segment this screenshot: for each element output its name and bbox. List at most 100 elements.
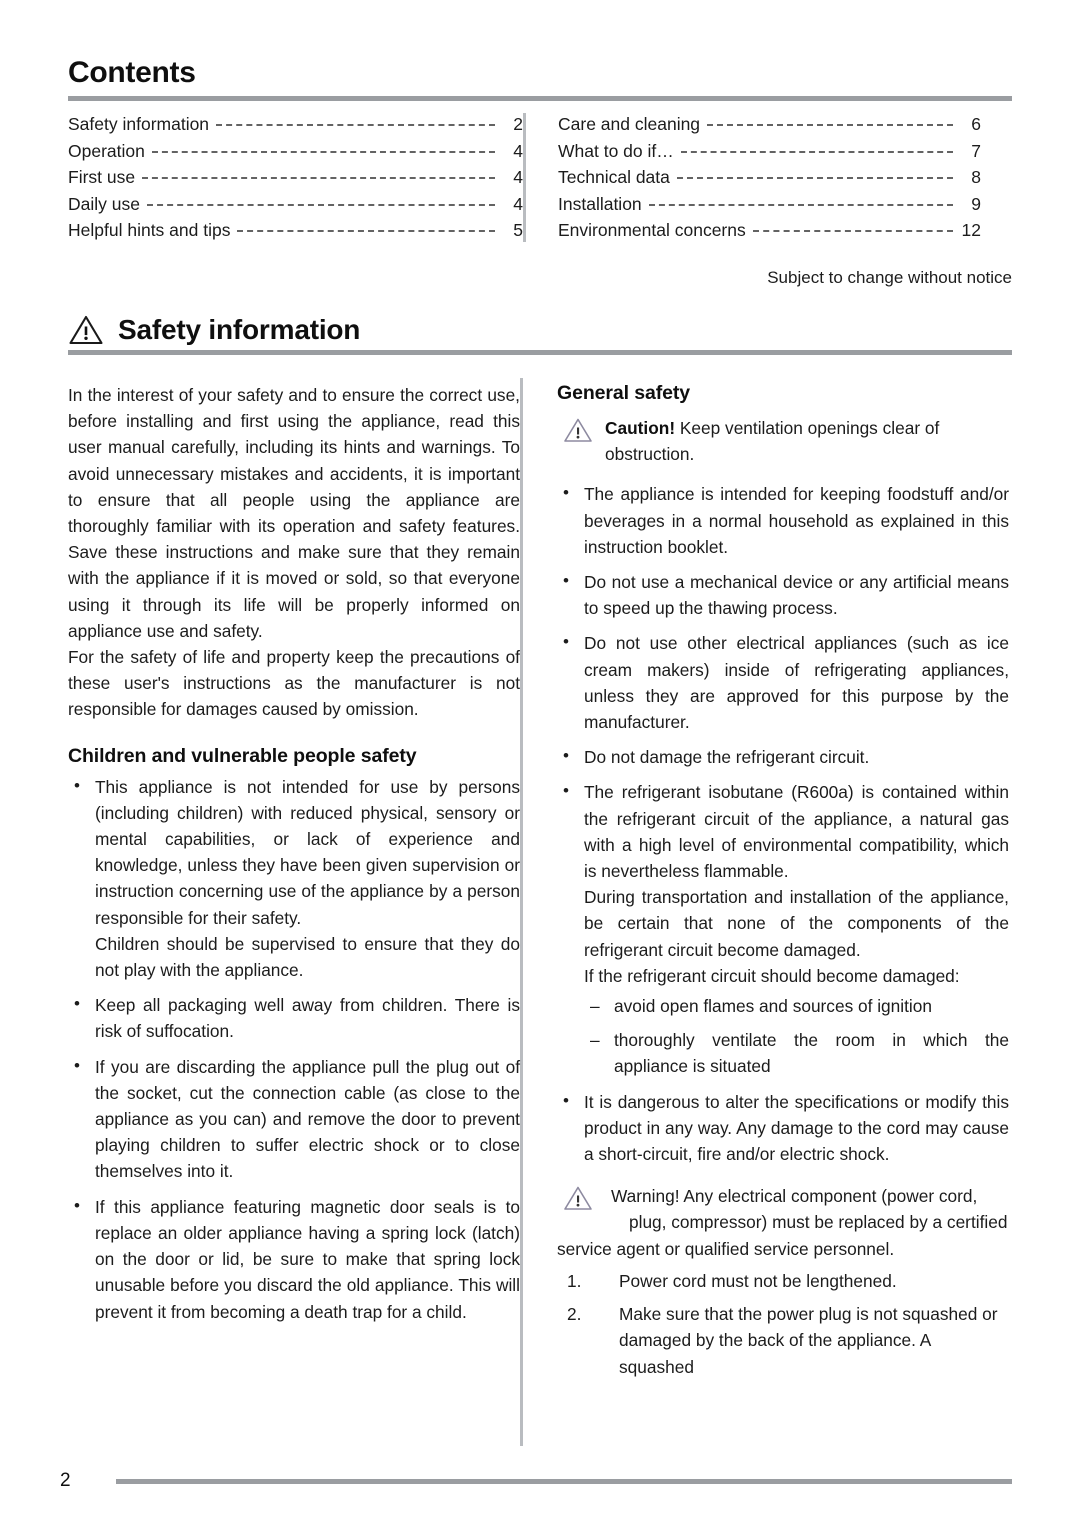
toc-entry-page: 8 (971, 167, 981, 187)
toc-entry[interactable]: What to do if… 7 (558, 138, 981, 165)
warning-line-2: plug, compressor) must be replaced by a … (629, 1212, 1008, 1233)
toc-entry[interactable]: Care and cleaning 6 (558, 111, 981, 138)
toc-entry-label: Technical data (558, 167, 670, 187)
children-safety-heading: Children and vulnerable people safety (68, 744, 417, 767)
bullet-text: Keep all packaging well away from childr… (95, 995, 520, 1042)
bullet-text: The appliance is intended for keeping fo… (584, 484, 1009, 557)
toc-leader-dots (680, 140, 954, 157)
toc-entry-label: What to do if… (558, 140, 674, 161)
toc-entry[interactable]: Installation 9 (558, 191, 981, 218)
contents-section: Contents Safety information 2 Operation … (68, 56, 1012, 287)
warning-triangle-icon (563, 417, 593, 451)
toc-entry[interactable]: Daily use 4 (68, 191, 523, 218)
safety-information-header: Safety information (68, 310, 1012, 365)
caution-keyword: Caution! (605, 418, 676, 438)
contents-columns: Safety information 2 Operation 4 First u… (68, 111, 1012, 244)
toc-leader-dots (216, 113, 495, 130)
toc-entry-page: 7 (971, 140, 981, 161)
contents-rule (68, 96, 1012, 101)
contents-title: Contents (68, 56, 196, 89)
toc-entry[interactable]: Technical data 8 (558, 164, 981, 191)
warning-line-1: Any electrical component (power cord, (683, 1186, 978, 1207)
footer-rule (116, 1478, 1012, 1484)
section-title: Safety information (118, 314, 361, 345)
refrigerant-dash-list: avoid open flames and sources of ignitio… (584, 993, 1009, 1080)
toc-entry-label: Safety information (68, 114, 210, 134)
general-safety-heading: General safety (557, 382, 691, 404)
list-item: Keep all packaging well away from childr… (68, 991, 520, 1044)
body-column-right: General safety Caution! Keep ventilation… (523, 382, 1009, 1432)
toc-leader-dots (752, 219, 954, 236)
list-item: Do not use a mechanical device or any ar… (557, 568, 1009, 621)
toc-entry-page: 2 (513, 114, 523, 134)
toc-entry[interactable]: Environmental concerns 12 (558, 217, 981, 244)
list-item: avoid open flames and sources of ignitio… (584, 993, 1009, 1019)
toc-entry-page: 12 (961, 220, 981, 240)
toc-entry-page: 4 (513, 167, 523, 187)
bullet-continuation-1: During transportation and installation o… (584, 887, 1009, 960)
warning-line-3: service agent or qualified service perso… (557, 1238, 895, 1259)
page-number: 2 (60, 1470, 71, 1491)
section-rule (68, 350, 1012, 355)
list-item: Do not damage the refrigerant circuit. (557, 743, 1009, 770)
toc-entry[interactable]: Safety information 2 (68, 111, 523, 138)
toc-entry-label: First use (68, 167, 136, 187)
list-item: If you are discarding the appliance pull… (68, 1053, 520, 1185)
list-item: The appliance is intended for keeping fo… (557, 480, 1009, 560)
list-item: thoroughly ventilate the room in which t… (584, 1027, 1009, 1079)
toc-entry-label: Operation (68, 140, 145, 161)
children-safety-bullet-list: This appliance is not intended for use b… (68, 773, 520, 1325)
toc-leader-dots (146, 193, 496, 210)
warning-callout: Warning! Any electrical component (power… (557, 1183, 1009, 1262)
toc-leader-dots (707, 113, 953, 130)
toc-entry[interactable]: Operation 4 (68, 138, 523, 165)
toc-entry[interactable]: First use 4 (68, 164, 523, 191)
toc-leader-dots (151, 140, 496, 157)
list-item-refrigerant: The refrigerant isobutane (R600a) is con… (557, 778, 1009, 1080)
safety-intro-paragraph-1: In the interest of your safety and to en… (68, 385, 520, 641)
subject-to-change-note: Subject to change without notice (767, 268, 1012, 287)
bullet-text: If this appliance featuring magnetic doo… (95, 1196, 520, 1322)
bullet-text: The refrigerant isobutane (R600a) is con… (584, 782, 1009, 882)
toc-entry-label: Environmental concerns (558, 220, 746, 240)
body-columns: In the interest of your safety and to en… (68, 378, 1012, 1446)
warning-numbered-list: Power cord must not be lengthened. Make … (557, 1268, 1009, 1380)
bullet-continuation: Children should be supervised to ensure … (95, 933, 520, 981)
toc-entry-label: Installation (558, 193, 642, 214)
toc-entry-page: 4 (513, 140, 523, 161)
caution-callout: Caution! Keep ventilation openings clear… (557, 415, 1009, 467)
toc-entry-page: 5 (513, 220, 523, 240)
toc-entry-label: Care and cleaning (558, 114, 701, 134)
toc-leader-dots (142, 166, 495, 183)
list-item: Power cord must not be lengthened. (567, 1268, 897, 1294)
toc-entry-page: 9 (971, 193, 981, 214)
bullet-text: Do not use a mechanical device or any ar… (584, 572, 1009, 619)
toc-leader-dots (648, 193, 954, 210)
bullet-text: Do not use other electrical appliances (… (584, 633, 1009, 733)
bullet-text: If you are discarding the appliance pull… (95, 1056, 520, 1182)
warning-keyword: Warning! (611, 1186, 680, 1207)
manual-page: Contents Safety information 2 Operation … (0, 0, 1080, 1530)
list-item-danger: It is dangerous to alter the specificati… (557, 1088, 1009, 1168)
list-item: Make sure that the power plug is not squ… (567, 1301, 998, 1377)
contents-column-right: Care and cleaning 6 What to do if… 7 Tec… (526, 111, 981, 244)
toc-leader-dots (237, 219, 495, 236)
bullet-text: Do not damage the refrigerant circuit. (584, 747, 870, 768)
bullet-text: It is dangerous to alter the specificati… (584, 1091, 1009, 1165)
bullet-continuation-2: If the refrigerant circuit should become… (584, 965, 960, 986)
warning-triangle-icon (68, 314, 104, 346)
list-item: This appliance is not intended for use b… (68, 773, 520, 984)
toc-entry-page: 4 (513, 193, 523, 214)
body-column-left: In the interest of your safety and to en… (68, 382, 520, 1432)
page-footer: 2 (60, 1470, 1012, 1492)
list-item: Do not use other electrical appliances (… (557, 629, 1009, 735)
general-safety-bullet-list: The appliance is intended for keeping fo… (557, 480, 1009, 1168)
safety-intro-paragraph-2: For the safety of life and property keep… (68, 647, 520, 720)
toc-entry[interactable]: Helpful hints and tips 5 (68, 217, 523, 244)
toc-entry-label: Helpful hints and tips (68, 220, 231, 240)
warning-triangle-icon (563, 1185, 593, 1219)
contents-column-left: Safety information 2 Operation 4 First u… (68, 111, 523, 244)
list-item: If this appliance featuring magnetic doo… (68, 1193, 520, 1325)
bullet-text: This appliance is not intended for use b… (95, 776, 520, 928)
toc-entry-label: Daily use (68, 193, 140, 214)
